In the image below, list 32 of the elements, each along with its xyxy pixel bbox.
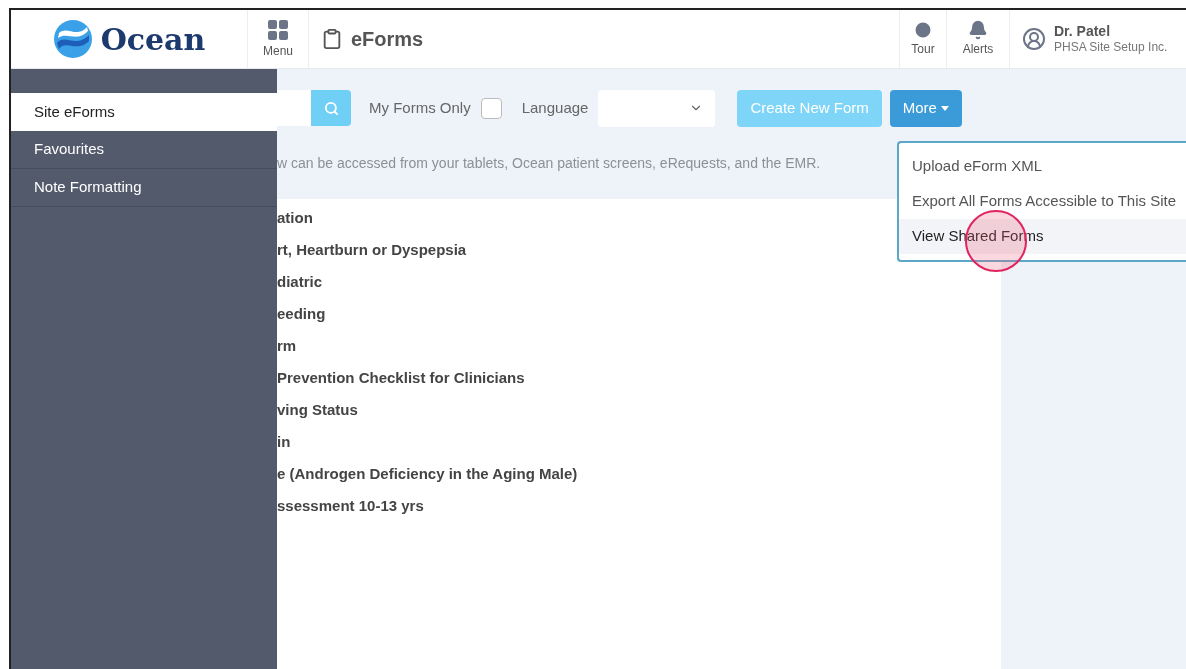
- wave-logo-icon: [52, 19, 93, 59]
- page-title: eForms: [351, 27, 424, 52]
- language-label: Language: [521, 97, 589, 118]
- dropdown-item[interactable]: Upload eForm XML: [899, 149, 1186, 184]
- tour-button[interactable]: Tour: [899, 10, 946, 68]
- clipboard-icon: [321, 28, 343, 50]
- menu-button[interactable]: Menu: [247, 10, 309, 68]
- form-title[interactable]: Prevention Checklist for Clinicians: [277, 367, 1001, 399]
- form-title[interactable]: eeding: [277, 303, 1001, 335]
- search-field[interactable]: [277, 90, 311, 126]
- user-avatar-icon: [1022, 27, 1046, 51]
- bell-icon: [968, 20, 988, 40]
- logo-text: Ocean: [100, 20, 206, 59]
- user-name: Dr. Patel: [1054, 22, 1112, 41]
- form-title[interactable]: diatric: [277, 271, 1001, 303]
- language-select[interactable]: [598, 89, 716, 127]
- caret-icon: [940, 105, 949, 111]
- form-title[interactable]: e (Androgen Deficiency in the Aging Male): [277, 463, 1001, 495]
- user-organization: PHSA Site Setup Inc.: [1054, 40, 1168, 56]
- sidebar-item[interactable]: Site eForms: [11, 93, 277, 131]
- info-text: w can be accessed from your tablets, Ocean patient screens, eRequests, and the EMR.: [277, 154, 821, 173]
- my-forms-checkbox[interactable]: [480, 97, 502, 119]
- form-title[interactable]: rm: [277, 335, 1001, 367]
- search-icon: [323, 100, 339, 116]
- form-title[interactable]: in: [277, 431, 1001, 463]
- dropdown-item[interactable]: Export All Forms Accessible to This Site: [899, 184, 1186, 219]
- form-title[interactable]: ving Status: [277, 399, 1001, 431]
- my-forms-label: My Forms Only: [369, 97, 471, 118]
- alerts-button[interactable]: Alerts: [946, 10, 1010, 68]
- grid-icon: [266, 18, 290, 42]
- search-button[interactable]: [311, 90, 351, 126]
- form-title[interactable]: ssessment 10-13 yrs: [277, 495, 1001, 527]
